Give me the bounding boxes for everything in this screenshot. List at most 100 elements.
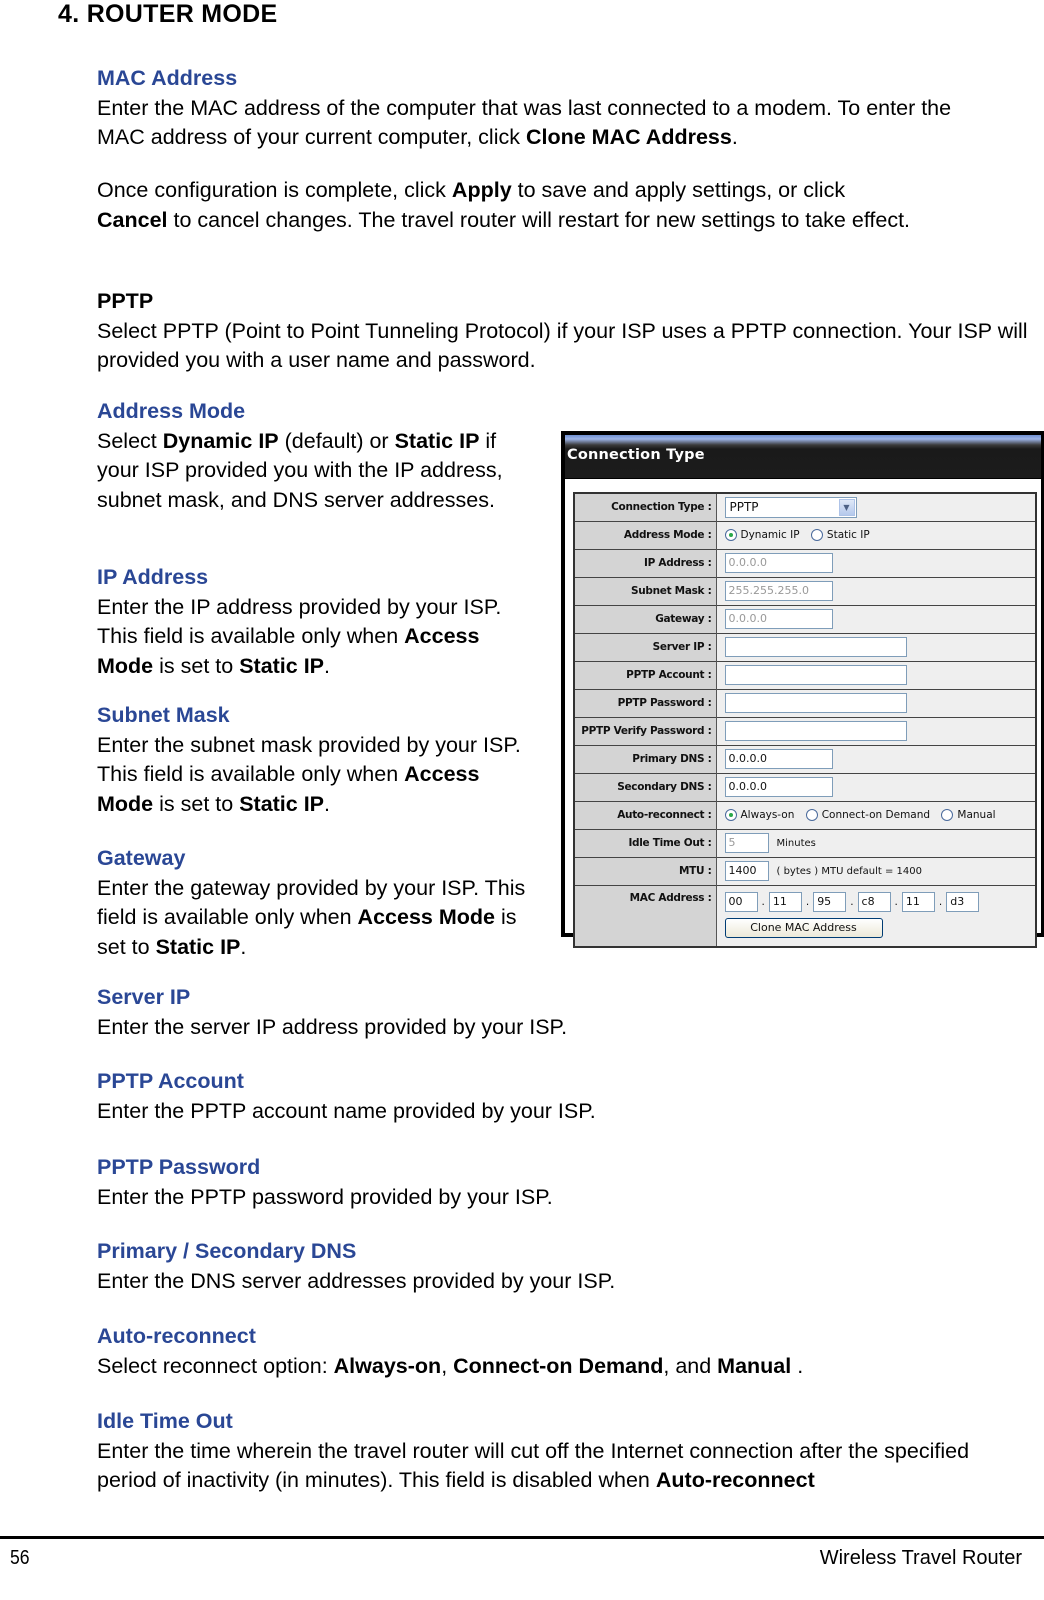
radio-dynamic-ip[interactable]: [724, 529, 737, 541]
section-heading: Address Mode: [97, 399, 246, 423]
section-pptp: PPTP Select PPTP (Point to Point Tunneli…: [97, 287, 1032, 376]
mac-octet-input[interactable]: d3: [946, 891, 980, 912]
ip-address-input[interactable]: 0.0.0.0: [724, 553, 833, 573]
section-text: Select reconnect option: Always-on, Conn…: [97, 1353, 804, 1378]
field-label: Subnet Mask :: [574, 576, 717, 605]
mac-octet-input[interactable]: 11: [901, 891, 935, 912]
idle-time-out-input[interactable]: 5: [724, 833, 769, 853]
radio-always-on[interactable]: [724, 809, 737, 821]
secondary-dns-input[interactable]: 0.0.0.0: [724, 777, 833, 797]
section-text: Enter the PPTP account name provided by …: [97, 1098, 596, 1123]
unit-label: Minutes: [776, 837, 816, 849]
field-label: Gateway :: [574, 604, 717, 633]
section-heading: PPTP Password: [97, 1155, 261, 1179]
section-text: Once configuration is complete, click Ap…: [97, 178, 911, 232]
footer-title: Wireless Travel Router: [819, 1547, 1022, 1569]
page-title: 4. ROUTER MODE: [58, 0, 278, 28]
subnet-mask-input[interactable]: 255.255.255.0: [724, 581, 833, 601]
panel-header: Connection Type: [565, 435, 1041, 479]
field-label: MTU :: [574, 856, 717, 885]
radio-static-ip[interactable]: [810, 529, 823, 541]
pptp-account-input[interactable]: [724, 665, 907, 685]
mac-octet-input[interactable]: 11: [768, 891, 802, 912]
connection-type-select[interactable]: PPTP ▼: [724, 496, 857, 518]
gateway-input[interactable]: 0.0.0.0: [724, 609, 833, 629]
section-heading: Gateway: [97, 846, 186, 870]
chevron-down-icon: ▼: [838, 498, 855, 516]
page-number: 56: [10, 1547, 30, 1569]
row-mtu: MTU : 1400 ( bytes ) MTU default = 1400: [574, 856, 1036, 885]
section-heading: IP Address: [97, 565, 209, 589]
row-server-ip: Server IP :: [574, 632, 1036, 661]
section-text: Enter the time wherein the travel router…: [97, 1438, 970, 1493]
section-text: Enter the DNS server addresses provided …: [97, 1268, 616, 1293]
section-heading: Auto-reconnect: [97, 1324, 256, 1348]
field-label: Connection Type :: [574, 492, 717, 521]
row-subnet-mask: Subnet Mask : 255.255.255.0: [574, 576, 1036, 605]
field-label: Primary DNS :: [574, 744, 717, 773]
mac-octet-input[interactable]: c8: [857, 891, 891, 912]
section-text: Select PPTP (Point to Point Tunneling Pr…: [97, 318, 1028, 373]
section-gateway: Gateway Enter the gateway provided by yo…: [97, 844, 537, 962]
section-heading: Server IP: [97, 985, 191, 1009]
mac-octet-input[interactable]: 00: [724, 891, 758, 912]
section-text: Enter the gateway provided by your ISP. …: [97, 875, 526, 959]
radio-label: Static IP: [826, 529, 870, 541]
field-label: PPTP Password :: [574, 688, 717, 717]
row-address-mode: Address Mode : Dynamic IP Static IP: [574, 520, 1036, 549]
row-ip-address: IP Address : 0.0.0.0: [574, 548, 1036, 577]
radio-label: Manual: [957, 809, 996, 821]
section-subnet-mask: Subnet Mask Enter the subnet mask provid…: [97, 701, 537, 819]
row-connection-type: Connection Type : PPTP ▼: [574, 492, 1036, 521]
section-server-ip: Server IP Enter the server IP address pr…: [97, 983, 997, 1042]
panel-title: Connection Type: [567, 447, 705, 463]
field-label: Secondary DNS :: [574, 772, 717, 801]
server-ip-input[interactable]: [724, 637, 907, 657]
row-pptp-account: PPTP Account :: [574, 660, 1036, 689]
clone-mac-address-button[interactable]: Clone MAC Address: [724, 917, 883, 938]
radio-label: Always-on: [740, 809, 795, 821]
mtu-note: ( bytes ) MTU default = 1400: [776, 865, 923, 877]
field-label: MAC Address :: [574, 884, 717, 947]
section-text: Enter the MAC address of the computer th…: [97, 95, 952, 150]
field-label: Auto-reconnect :: [574, 800, 717, 829]
row-auto-reconnect: Auto-reconnect : Always-on Connect-on De…: [574, 800, 1036, 829]
section-address-mode: Address Mode Select Dynamic IP (default)…: [97, 397, 537, 515]
pptp-verify-password-input[interactable]: [724, 721, 907, 741]
section-dns: Primary / Secondary DNS Enter the DNS se…: [97, 1237, 997, 1296]
field-label: PPTP Account :: [574, 660, 717, 689]
primary-dns-input[interactable]: 0.0.0.0: [724, 749, 833, 769]
row-gateway: Gateway : 0.0.0.0: [574, 604, 1036, 633]
section-heading: PPTP Account: [97, 1069, 244, 1093]
row-secondary-dns: Secondary DNS : 0.0.0.0: [574, 772, 1036, 801]
footer-divider: [0, 1536, 1044, 1539]
section-text: Enter the server IP address provided by …: [97, 1014, 568, 1039]
field-label: Idle Time Out :: [574, 828, 717, 857]
section-mac-address: MAC Address Enter the MAC address of the…: [97, 64, 997, 153]
section-heading: Subnet Mask: [97, 703, 230, 727]
row-pptp-verify-password: PPTP Verify Password :: [574, 716, 1036, 745]
section-text: Select Dynamic IP (default) or Static IP…: [97, 428, 503, 512]
section-apply-cancel: Once configuration is complete, click Ap…: [97, 176, 1032, 235]
section-text: Enter the IP address provided by your IS…: [97, 594, 502, 678]
row-pptp-password: PPTP Password :: [574, 688, 1036, 717]
field-label: PPTP Verify Password :: [574, 716, 717, 745]
section-heading: Primary / Secondary DNS: [97, 1239, 357, 1263]
connection-type-screenshot: Connection Type Connection Type : PPTP ▼ …: [561, 431, 1044, 948]
section-pptp-password: PPTP Password Enter the PPTP password pr…: [97, 1153, 997, 1212]
connection-settings-table: Connection Type : PPTP ▼ Address Mode : D…: [573, 492, 1037, 948]
section-heading: MAC Address: [97, 66, 238, 90]
section-auto-reconnect: Auto-reconnect Select reconnect option: …: [97, 1322, 997, 1381]
mac-octet-input[interactable]: 95: [813, 891, 847, 912]
section-pptp-account: PPTP Account Enter the PPTP account name…: [97, 1067, 997, 1126]
pptp-password-input[interactable]: [724, 693, 907, 713]
mtu-input[interactable]: 1400: [724, 861, 769, 881]
field-label: Address Mode :: [574, 520, 717, 549]
section-ip-address: IP Address Enter the IP address provided…: [97, 563, 537, 681]
radio-manual[interactable]: [941, 809, 954, 821]
field-label: IP Address :: [574, 548, 717, 577]
field-label: Server IP :: [574, 632, 717, 661]
row-mac-address: MAC Address : 00. 11. 95. c8. 11. d3 Clone MA…: [574, 884, 1036, 947]
row-idle-time-out: Idle Time Out : 5 Minutes: [574, 828, 1036, 857]
radio-connect-on-demand[interactable]: [805, 809, 818, 821]
